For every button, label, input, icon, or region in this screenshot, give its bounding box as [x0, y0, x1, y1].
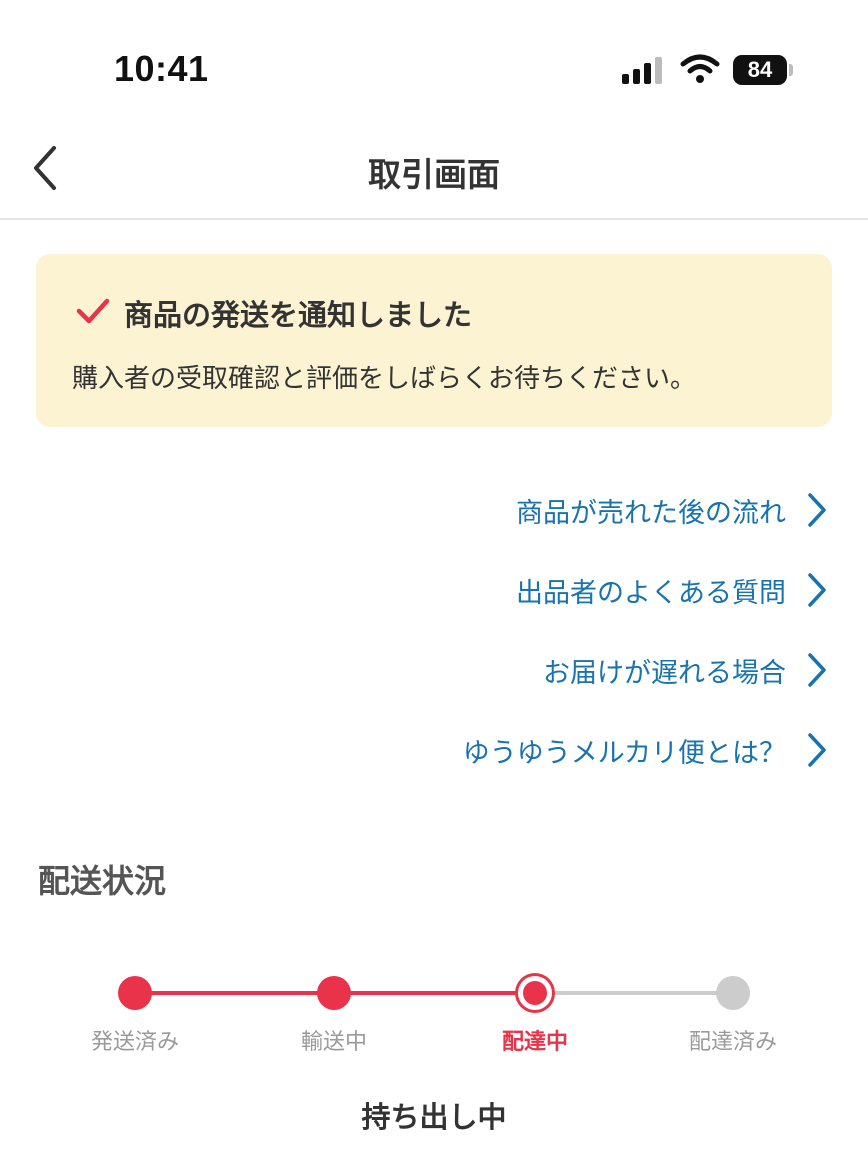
help-links-list: 商品が売れた後の流れ 出品者のよくある質問 お届けが遅れる場合 ゆうゆうメルカリ… — [128, 470, 828, 790]
cellular-signal-icon — [622, 56, 664, 84]
notice-title: 商品の発送を通知しました — [124, 298, 473, 332]
chevron-right-icon — [808, 653, 826, 687]
wifi-icon — [680, 54, 720, 83]
chevron-right-icon — [808, 493, 826, 527]
step-label-shipped: 発送済み — [90, 1030, 179, 1055]
step-dot-out-for-delivery — [523, 981, 547, 1005]
step-dot-shipped — [118, 976, 152, 1010]
help-link-after-sale-flow[interactable]: 商品が売れた後の流れ — [128, 470, 828, 550]
battery-cap — [789, 64, 793, 76]
help-link-label: お届けが遅れる場合 — [543, 657, 786, 689]
status-time: 10:41 — [114, 48, 209, 89]
notice-body: 購入者の受取確認と評価をしばらくお待ちください。 — [72, 364, 697, 394]
step-dot-in-transit — [317, 976, 351, 1010]
status-bar: 10:41 84 — [0, 0, 868, 130]
progress-line-pending — [535, 991, 733, 995]
check-icon — [76, 298, 110, 324]
help-link-seller-faq[interactable]: 出品者のよくある質問 — [128, 550, 828, 630]
chevron-right-icon — [808, 733, 826, 767]
step-label-out-for-delivery: 配達中 — [501, 1030, 568, 1055]
chevron-right-icon — [808, 573, 826, 607]
help-link-label: 商品が売れた後の流れ — [516, 497, 786, 529]
current-delivery-status: 持ち出し中 — [361, 1100, 507, 1134]
step-label-in-transit: 輸送中 — [300, 1030, 367, 1055]
battery-icon: 84 — [733, 55, 787, 85]
page-title: 取引画面 — [368, 155, 500, 194]
help-link-label: 出品者のよくある質問 — [516, 577, 786, 609]
step-dot-delivered — [716, 976, 750, 1010]
shipping-notice-banner: 商品の発送を通知しました 購入者の受取確認と評価をしばらくお待ちください。 — [36, 254, 832, 427]
shipping-status-heading: 配送状況 — [38, 862, 167, 900]
help-link-delivery-delay[interactable]: お届けが遅れる場合 — [128, 630, 828, 710]
help-link-yuyu-mercari[interactable]: ゆうゆうメルカリ便とは？ — [128, 710, 828, 790]
step-label-delivered: 配達済み — [688, 1030, 777, 1055]
navigation-bar: 取引画面 — [0, 130, 868, 220]
help-link-label: ゆうゆうメルカリ便とは？ — [462, 737, 786, 769]
shipping-progress-tracker: 発送済み 輸送中 配達中 配達済み — [0, 960, 868, 1070]
transaction-screen: 10:41 84 取引画面 商品の発送を通知しました 購入者の受取確認と評価をし… — [0, 0, 868, 1172]
